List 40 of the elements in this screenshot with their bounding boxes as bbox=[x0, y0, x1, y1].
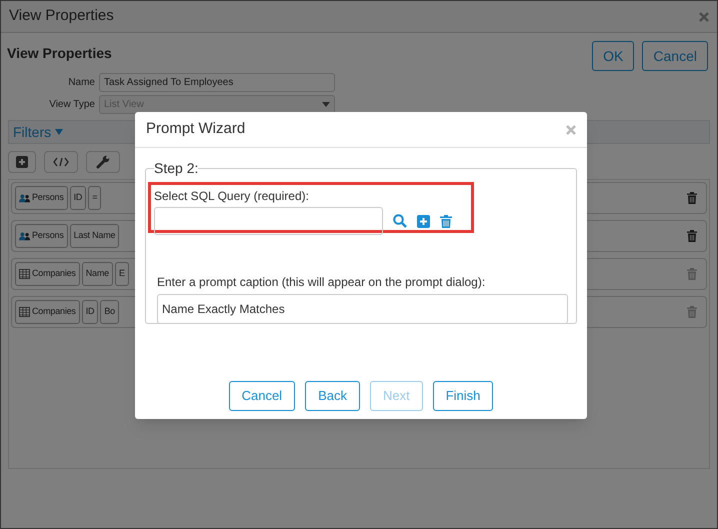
trash-icon[interactable] bbox=[687, 192, 697, 204]
people-icon bbox=[19, 194, 30, 202]
close-icon[interactable] bbox=[699, 12, 709, 22]
header-button[interactable]: OK bbox=[592, 41, 634, 71]
dialog-button[interactable]: Cancel bbox=[228, 381, 296, 411]
add-icon[interactable] bbox=[417, 214, 430, 228]
filter-chip[interactable]: Persons bbox=[15, 224, 68, 248]
search-icon[interactable] bbox=[393, 214, 407, 228]
field-label: Name bbox=[67, 76, 96, 90]
building-icon bbox=[19, 307, 30, 317]
caret-icon bbox=[322, 102, 330, 107]
code-button[interactable] bbox=[44, 151, 78, 173]
trash-icon[interactable] bbox=[687, 230, 697, 242]
filter-chip[interactable]: = bbox=[88, 186, 102, 210]
dialog-button[interactable]: Finish bbox=[432, 381, 494, 411]
header-button[interactable]: Cancel bbox=[642, 41, 708, 71]
page-heading: View Properties bbox=[7, 44, 112, 63]
close-icon[interactable] bbox=[566, 124, 576, 134]
code-icon bbox=[53, 157, 69, 167]
filters-toggle[interactable]: Filters bbox=[13, 122, 64, 142]
caption-field[interactable]: Name Exactly Matches bbox=[157, 294, 568, 324]
step-legend: Step 2: bbox=[154, 158, 198, 179]
filter-chip[interactable]: Last Name bbox=[70, 224, 120, 248]
field-label: View Type bbox=[48, 98, 96, 112]
plus-icon bbox=[16, 156, 28, 168]
trash-icon[interactable] bbox=[440, 214, 452, 228]
building-icon bbox=[19, 269, 30, 279]
dialog-title: Prompt Wizard bbox=[146, 119, 246, 140]
window-title: View Properties bbox=[9, 6, 114, 26]
wrench-icon bbox=[96, 155, 110, 169]
people-icon bbox=[19, 232, 30, 240]
field-label: Enter a prompt caption (this will appear on the prompt dialog): bbox=[157, 274, 486, 291]
filter-chip[interactable]: ID bbox=[70, 186, 86, 210]
name-field[interactable]: Task Assigned To Employees bbox=[99, 73, 335, 92]
filter-chip[interactable]: Persons bbox=[15, 186, 68, 210]
field-label: Select SQL Query (required): bbox=[154, 188, 310, 205]
add-filter-button[interactable] bbox=[8, 151, 36, 173]
query-field[interactable] bbox=[154, 207, 383, 235]
wrench-button[interactable] bbox=[86, 151, 120, 173]
dialog-button[interactable]: Back bbox=[305, 381, 360, 411]
